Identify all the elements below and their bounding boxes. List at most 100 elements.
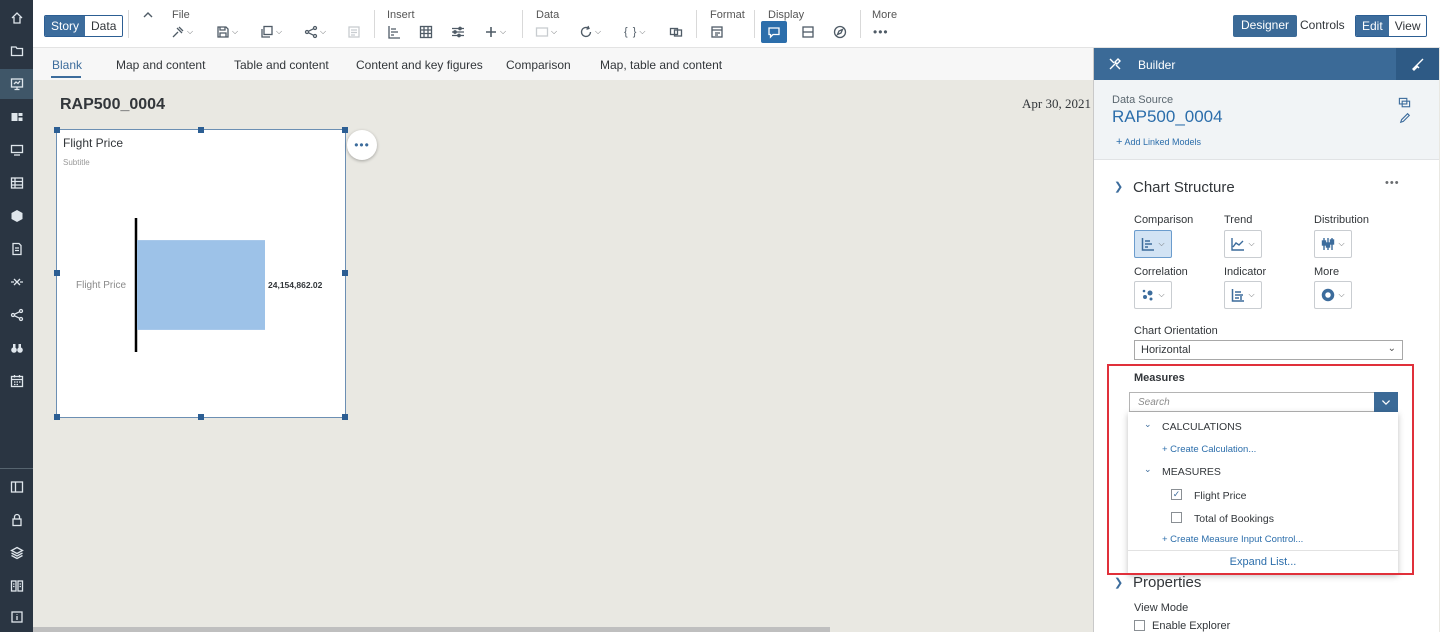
save-icon[interactable]: ⌵ bbox=[216, 23, 238, 41]
more-chart-types-label: More bbox=[1314, 266, 1340, 278]
modeler-icon[interactable] bbox=[0, 201, 33, 231]
display-group-label: Display bbox=[768, 9, 805, 21]
correlation-chart-button[interactable]: ⌵ bbox=[1134, 281, 1172, 309]
insert-group-label: Insert bbox=[387, 9, 415, 21]
template-map-and-content[interactable]: Map and content bbox=[116, 58, 205, 72]
analytic-app-icon[interactable] bbox=[0, 102, 33, 132]
designer-button[interactable]: Designer bbox=[1233, 15, 1298, 37]
comment-mode-button[interactable] bbox=[761, 21, 787, 43]
collapse-toolbar-icon[interactable] bbox=[141, 6, 155, 24]
input-control-icon[interactable] bbox=[451, 23, 465, 41]
category-label: Flight Price bbox=[76, 280, 126, 291]
file-group-label: File bbox=[172, 9, 190, 21]
compass-icon[interactable] bbox=[833, 23, 847, 41]
tools-icon[interactable]: ⌵ bbox=[171, 23, 193, 41]
chart-bar[interactable] bbox=[137, 240, 265, 330]
share-toolbar-icon[interactable]: ⌵ bbox=[304, 23, 326, 41]
catalog-icon[interactable] bbox=[0, 472, 33, 502]
builder-tools-icon[interactable] bbox=[1108, 57, 1122, 74]
styling-tab[interactable] bbox=[1396, 48, 1439, 80]
resize-handle-bottom-right[interactable] bbox=[342, 414, 348, 420]
enable-explorer-checkbox[interactable] bbox=[1134, 620, 1145, 631]
data-tab[interactable]: Data bbox=[85, 16, 123, 36]
indicator-chart-button[interactable]: ⌵ bbox=[1224, 281, 1262, 309]
resize-handle-top[interactable] bbox=[198, 127, 204, 133]
highlight-annotation bbox=[1107, 364, 1414, 575]
content-network-icon[interactable] bbox=[0, 571, 33, 601]
deployment-icon[interactable] bbox=[0, 538, 33, 568]
box-plot-icon bbox=[1322, 238, 1335, 250]
data-analyzer-icon[interactable] bbox=[0, 234, 33, 264]
controls-button[interactable]: Controls bbox=[1292, 15, 1353, 37]
view-mode-label: View Mode bbox=[1134, 602, 1189, 614]
home-icon[interactable] bbox=[0, 3, 33, 33]
add-linked-models-link[interactable]: + Add Linked Models bbox=[1116, 136, 1201, 148]
chart-structure-chevron-icon[interactable]: ❯ bbox=[1114, 180, 1123, 193]
template-content-and-key-figures[interactable]: Content and key figures bbox=[356, 58, 483, 72]
story-data-switch: Story Data bbox=[44, 15, 124, 37]
linked-analysis-icon[interactable] bbox=[669, 23, 683, 41]
left-nav bbox=[0, 0, 33, 632]
trend-chart-button[interactable]: ⌵ bbox=[1224, 230, 1262, 258]
share-icon[interactable] bbox=[0, 300, 33, 330]
format-icon[interactable] bbox=[710, 23, 724, 41]
chart-insert-icon[interactable] bbox=[387, 23, 401, 41]
bar-chart-icon bbox=[1142, 238, 1155, 251]
more-chart-button[interactable]: ⌵ bbox=[1314, 281, 1352, 309]
comparison-label: Comparison bbox=[1134, 214, 1194, 226]
chart-widget[interactable]: Flight Price Subtitle Flight Price 24,154… bbox=[54, 127, 348, 420]
edit-tab[interactable]: Edit bbox=[1356, 16, 1389, 36]
copy-icon[interactable]: ⌵ bbox=[260, 23, 282, 41]
formula-icon[interactable]: { } ⌵ bbox=[624, 23, 645, 41]
resize-handle-left[interactable] bbox=[54, 270, 60, 276]
bullet-chart-icon bbox=[1232, 289, 1245, 302]
chart-orientation-label: Chart Orientation bbox=[1134, 325, 1218, 337]
properties-chevron-icon[interactable]: ❯ bbox=[1114, 576, 1123, 589]
chart-structure-more-icon[interactable]: ••• bbox=[1385, 177, 1400, 189]
distribution-label: Distribution bbox=[1314, 214, 1370, 226]
data-source-value[interactable]: RAP500_0004 bbox=[1112, 107, 1223, 127]
add-icon[interactable]: ⌵ bbox=[484, 23, 506, 41]
line-chart-icon bbox=[1231, 238, 1245, 251]
scatter-icon bbox=[1143, 289, 1153, 301]
chart-orientation-value: Horizontal bbox=[1141, 344, 1191, 356]
resize-handle-top-right[interactable] bbox=[342, 127, 348, 133]
resize-handle-top-left[interactable] bbox=[54, 127, 60, 133]
grid-display-icon[interactable] bbox=[801, 23, 815, 41]
template-table-and-content[interactable]: Table and content bbox=[234, 58, 329, 72]
calendar-icon[interactable] bbox=[0, 366, 33, 396]
refresh-icon[interactable]: ⌵ bbox=[579, 23, 601, 41]
digital-boardroom-icon[interactable] bbox=[0, 135, 33, 165]
table-insert-icon[interactable] bbox=[419, 23, 433, 41]
resize-handle-bottom-left[interactable] bbox=[54, 414, 60, 420]
comparison-chart-button[interactable]: ⌵ bbox=[1134, 230, 1172, 258]
template-map-table-and-content[interactable]: Map, table and content bbox=[600, 58, 722, 72]
datasets-icon[interactable] bbox=[0, 168, 33, 198]
horizontal-scrollbar[interactable] bbox=[33, 627, 830, 632]
edit-pencil-icon[interactable] bbox=[1399, 112, 1411, 127]
data-group-label: Data bbox=[536, 9, 560, 21]
connections-icon[interactable] bbox=[0, 267, 33, 297]
info-icon[interactable] bbox=[0, 602, 33, 632]
stories-icon[interactable] bbox=[0, 69, 33, 99]
folder-icon[interactable] bbox=[0, 36, 33, 66]
binoculars-icon[interactable] bbox=[0, 333, 33, 363]
publish-icon bbox=[347, 23, 361, 41]
donut-chart-icon bbox=[1322, 288, 1335, 302]
linked-models-icon[interactable] bbox=[1398, 97, 1411, 113]
data-refresh-disabled-icon: ⌵ bbox=[535, 23, 557, 41]
more-options-icon[interactable]: ••• bbox=[873, 23, 889, 41]
template-blank[interactable]: Blank bbox=[52, 58, 82, 72]
template-comparison[interactable]: Comparison bbox=[506, 58, 571, 72]
format-group-label: Format bbox=[710, 9, 745, 21]
widget-more-button[interactable]: ••• bbox=[347, 130, 377, 160]
view-tab[interactable]: View bbox=[1388, 16, 1427, 36]
chart-orientation-dropdown[interactable]: Horizontal ⌄ bbox=[1134, 340, 1403, 360]
security-lock-icon[interactable] bbox=[0, 505, 33, 535]
story-tab[interactable]: Story bbox=[45, 16, 86, 36]
resize-handle-bottom[interactable] bbox=[198, 414, 204, 420]
more-group-label: More bbox=[872, 9, 898, 21]
resize-handle-right[interactable] bbox=[342, 270, 348, 276]
distribution-chart-button[interactable]: ⌵ bbox=[1314, 230, 1352, 258]
data-label: 24,154,862.02 bbox=[268, 280, 323, 290]
